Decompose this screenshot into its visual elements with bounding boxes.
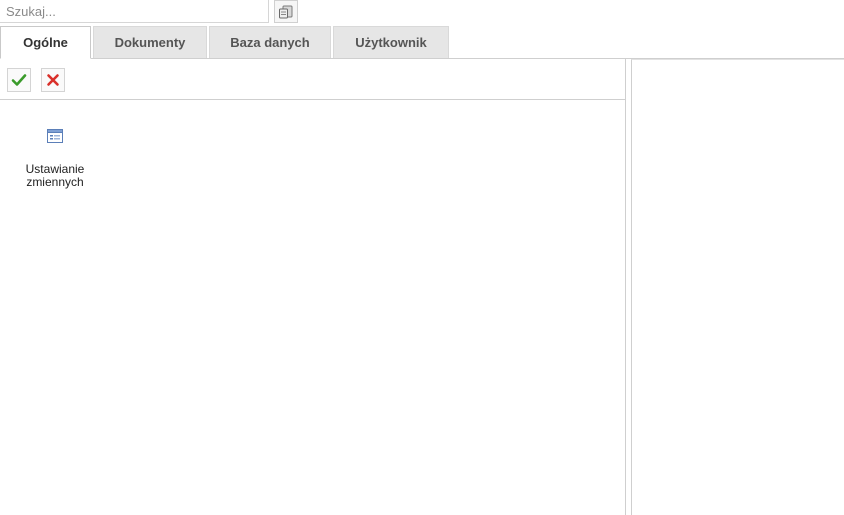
item-label: Ustawianie zmiennych <box>25 162 85 189</box>
variables-setting-item[interactable]: Ustawianie zmiennych <box>14 129 96 189</box>
tab-dokumenty[interactable]: Dokumenty <box>93 26 207 58</box>
window-form-icon <box>47 129 63 143</box>
tab-label: Dokumenty <box>114 35 186 50</box>
tab-label: Baza danych <box>230 35 310 50</box>
save-button[interactable] <box>7 68 31 92</box>
tab-ogolne[interactable]: Ogólne <box>0 26 91 59</box>
tab-bar: Ogólne Dokumenty Baza danych Użytkownik <box>0 26 844 59</box>
x-icon <box>47 74 59 86</box>
search-input[interactable] <box>0 0 269 23</box>
top-bar <box>0 0 844 24</box>
database-icon <box>279 5 293 18</box>
side-panel <box>631 59 844 515</box>
checkmark-icon <box>11 74 27 86</box>
toolbar <box>0 59 625 100</box>
tab-uzytkownik[interactable]: Użytkownik <box>333 26 449 58</box>
tab-label: Użytkownik <box>355 35 427 50</box>
main-panel: Ustawianie zmiennych <box>0 59 626 515</box>
cancel-button[interactable] <box>41 68 65 92</box>
tab-baza-danych[interactable]: Baza danych <box>209 26 331 58</box>
tab-label: Ogólne <box>23 35 68 50</box>
database-button[interactable] <box>274 0 298 23</box>
